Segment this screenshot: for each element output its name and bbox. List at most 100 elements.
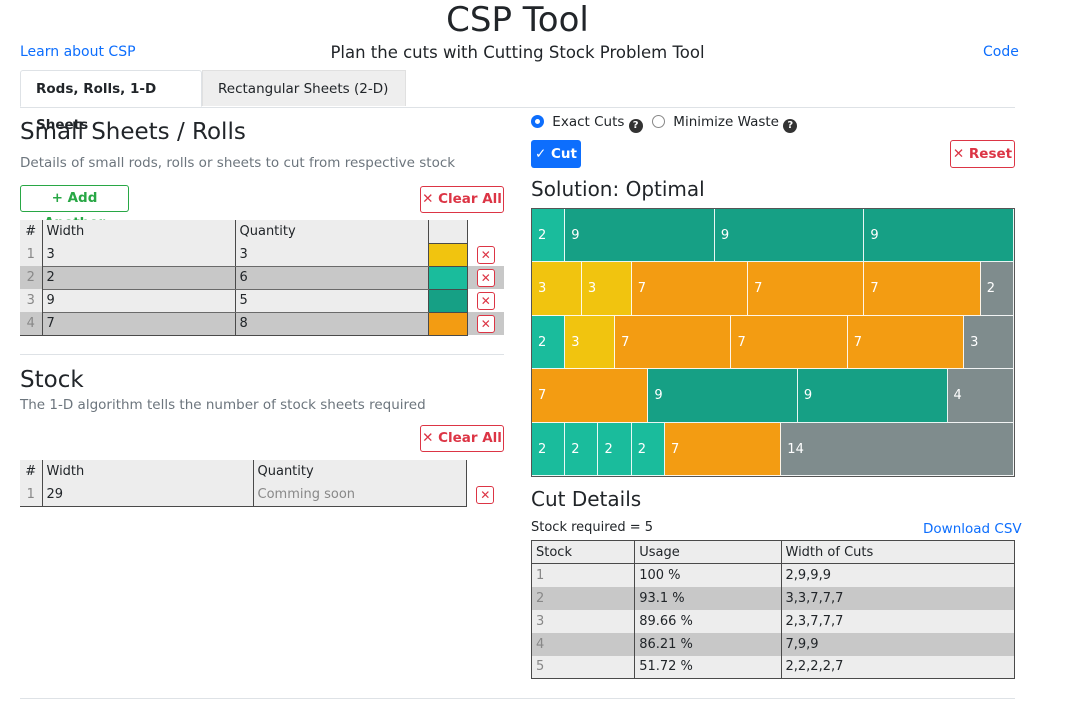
tab-2d-sheets[interactable]: Rectangular Sheets (2-D) (202, 70, 406, 106)
small-sheets-title: Small Sheets / Rolls (20, 119, 246, 145)
footer-divider (20, 698, 1015, 699)
color-swatch[interactable] (427, 242, 468, 267)
stock-title: Stock (20, 367, 84, 393)
cut-piece: 2 (532, 422, 566, 476)
column-header-width: Width (42, 460, 254, 483)
width-input[interactable]: 7 (42, 312, 236, 336)
reset-button[interactable]: ✕ Reset (950, 140, 1015, 168)
cut-button[interactable]: ✓ Cut (531, 140, 581, 168)
table-row: 2 2 6 ✕ (20, 265, 504, 290)
tab-1d-sheets[interactable]: Rods, Rolls, 1-D Sheets (20, 70, 202, 133)
cut-widths-value: 2,3,7,7,7 (781, 609, 1015, 633)
stock-number: 2 (531, 586, 636, 610)
table-row: 1 3 3 ✕ (20, 242, 504, 267)
radio-unselected-icon[interactable] (652, 115, 665, 128)
cut-piece: 7 (864, 262, 981, 316)
exact-cuts-option[interactable]: Exact Cuts ? (531, 114, 643, 133)
help-icon[interactable]: ? (628, 119, 643, 133)
usage-value: 86.21 % (634, 632, 782, 656)
row-index: 1 (20, 243, 43, 266)
exact-cuts-label: Exact Cuts (552, 114, 625, 130)
stock-number: 5 (531, 655, 636, 679)
stock-number: 4 (531, 632, 636, 656)
cut-piece: 9 (565, 209, 715, 263)
minimize-waste-label: Minimize Waste (673, 114, 779, 130)
quantity-input[interactable]: 6 (235, 266, 429, 290)
column-header-quantity: Quantity (235, 220, 429, 243)
stock-quantity-input[interactable]: Comming soon (253, 483, 467, 507)
add-another-button[interactable]: + Add Another (20, 185, 129, 231)
table-row: 5 51.72 % 2,2,2,2,7 (531, 655, 1015, 679)
page-subtitle: Plan the cuts with Cutting Stock Problem… (330, 43, 705, 62)
column-header-stock: Stock (531, 540, 636, 564)
cut-piece: 7 (847, 315, 965, 370)
stock-width-input[interactable]: 29 (42, 483, 254, 507)
column-header-color (428, 220, 468, 243)
width-input[interactable]: 9 (42, 289, 236, 313)
small-sheets-table: # Width Quantity 1 3 3 ✕ 2 2 6 ✕ 3 9 5 ✕… (20, 220, 504, 336)
usage-value: 51.72 % (634, 655, 782, 679)
cut-piece: 7 (615, 315, 732, 370)
row-index: 3 (20, 289, 43, 312)
column-header-index: # (20, 220, 43, 243)
column-header-usage: Usage (634, 540, 782, 564)
cut-piece: 7 (731, 315, 848, 370)
table-row: 3 9 5 ✕ (20, 288, 504, 313)
tab-bar: Rods, Rolls, 1-D Sheets Rectangular Shee… (20, 70, 1015, 133)
quantity-input[interactable]: 3 (235, 243, 429, 267)
waste-piece: 2 (980, 262, 1014, 316)
cut-piece: 2 (565, 422, 599, 476)
delete-row-button[interactable]: ✕ (476, 291, 495, 310)
cut-piece: 7 (532, 369, 649, 423)
cut-piece: 7 (631, 262, 749, 316)
color-swatch[interactable] (427, 288, 468, 313)
table-row: 1 29 Comming soon ✕ (20, 483, 504, 507)
cut-piece: 9 (864, 209, 1014, 263)
cut-piece: 3 (532, 262, 582, 316)
width-input[interactable]: 3 (42, 243, 236, 267)
stock-description: The 1-D algorithm tells the number of st… (20, 397, 426, 413)
solution-title: Solution: Optimal (531, 177, 705, 201)
usage-value: 100 % (634, 563, 782, 587)
row-index: 2 (20, 266, 43, 289)
color-swatch[interactable] (427, 311, 468, 336)
delete-row-button[interactable]: ✕ (476, 314, 495, 333)
row-index: 1 (20, 483, 43, 507)
solution-visualization: 2 9 9 9 3 3 7 7 7 2 2 3 7 7 7 3 7 9 9 4 2 2 2 2 7 14 (531, 208, 1015, 477)
page-title: CSP Tool (446, 0, 589, 40)
delete-row-button[interactable]: ✕ (476, 485, 495, 504)
radio-selected-icon[interactable] (531, 115, 544, 128)
cut-piece: 2 (598, 422, 632, 476)
code-link[interactable]: Code (983, 44, 1019, 60)
delete-row-button[interactable]: ✕ (476, 245, 495, 264)
width-input[interactable]: 2 (42, 266, 236, 290)
table-row: 1 100 % 2,9,9,9 (531, 563, 1015, 587)
minimize-waste-option[interactable]: Minimize Waste ? (652, 114, 798, 133)
stock-number: 3 (531, 609, 636, 633)
row-index: 4 (20, 312, 43, 336)
waste-piece: 4 (947, 369, 1014, 423)
help-icon[interactable]: ? (783, 119, 798, 133)
color-swatch[interactable] (427, 265, 468, 290)
cut-piece: 9 (797, 369, 948, 423)
cut-widths-value: 2,2,2,2,7 (781, 655, 1015, 679)
stock-required-text: Stock required = 5 (531, 520, 654, 535)
clear-all-sheets-button[interactable]: ✕ Clear All (420, 186, 504, 213)
column-header-index: # (20, 460, 43, 483)
cut-widths-value: 7,9,9 (781, 632, 1015, 656)
download-csv-link[interactable]: Download CSV (923, 521, 1022, 537)
table-row: 4 7 8 ✕ (20, 311, 504, 336)
waste-piece: 14 (781, 422, 1014, 476)
quantity-input[interactable]: 5 (235, 289, 429, 313)
usage-value: 93.1 % (634, 586, 782, 610)
table-row: 4 86.21 % 7,9,9 (531, 632, 1015, 656)
clear-all-stock-button[interactable]: ✕ Clear All (420, 425, 504, 452)
table-row: 2 93.1 % 3,3,7,7,7 (531, 586, 1015, 610)
stock-table: # Width Quantity 1 29 Comming soon ✕ (20, 460, 504, 507)
cut-piece: 9 (714, 209, 865, 263)
column-header-width: Width (42, 220, 236, 243)
cut-widths-value: 2,9,9,9 (781, 563, 1015, 587)
cut-details-table: Stock Usage Width of Cuts 1 100 % 2,9,9,… (531, 540, 1015, 679)
delete-row-button[interactable]: ✕ (476, 268, 495, 287)
quantity-input[interactable]: 8 (235, 312, 429, 336)
